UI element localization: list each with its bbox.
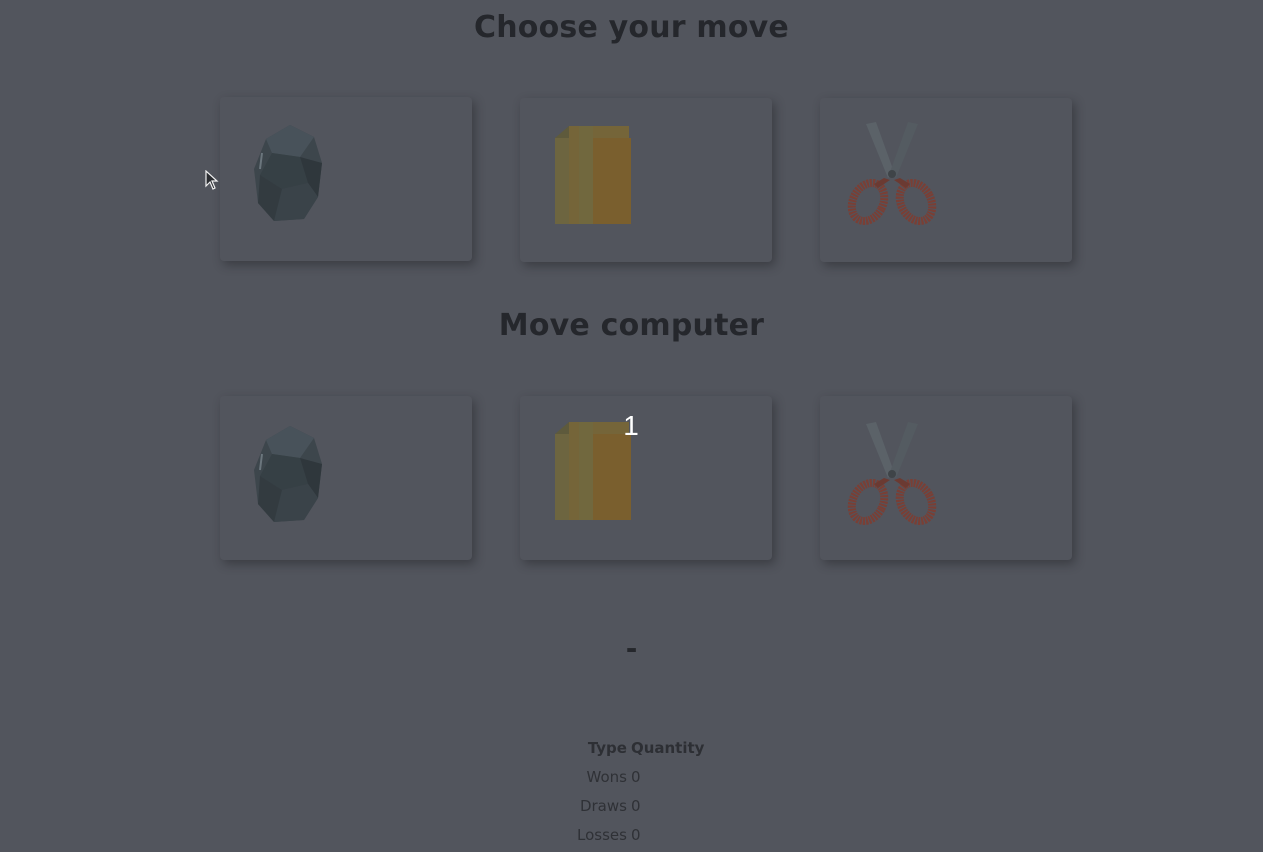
computer-move-title: Move computer (498, 308, 765, 343)
rock-icon (254, 125, 322, 221)
player-rock-card[interactable] (220, 97, 472, 261)
game-page: Choose your move Move computer 1 - Type … (0, 0, 1263, 852)
computer-scissors-card (820, 396, 1072, 560)
stats-type-draws: Draws (579, 796, 627, 815)
rock-icon (254, 426, 322, 522)
player-scissors-card[interactable] (820, 98, 1072, 262)
computer-paper-card (520, 396, 772, 560)
stats-header-type: Type (587, 738, 627, 757)
stats-quantity-draws: 0 (630, 796, 641, 815)
table-row: Draws 0 (575, 791, 706, 820)
result-text: - (625, 632, 638, 665)
stats-quantity-wons: 0 (630, 767, 641, 786)
player-paper-card[interactable] (520, 98, 772, 262)
scissors-icon (847, 122, 937, 226)
stats-type-wons: Wons (586, 767, 627, 786)
scissors-icon (847, 422, 937, 526)
mouse-cursor-icon (205, 170, 219, 190)
stats-table: Type Quantity Wons 0 Draws 0 Losses 0 (575, 733, 706, 849)
stats-quantity-losses: 0 (630, 825, 641, 844)
stats-header-row: Type Quantity (575, 733, 706, 762)
stats-type-losses: Losses (577, 825, 627, 844)
computer-rock-card (220, 396, 472, 560)
player-move-title: Choose your move (474, 10, 789, 45)
table-row: Wons 0 (575, 762, 706, 791)
table-row: Losses 0 (575, 820, 706, 849)
stats-header-quantity: Quantity (630, 738, 705, 757)
computer-countdown: 1 (623, 410, 639, 441)
paper-icon (555, 126, 631, 224)
